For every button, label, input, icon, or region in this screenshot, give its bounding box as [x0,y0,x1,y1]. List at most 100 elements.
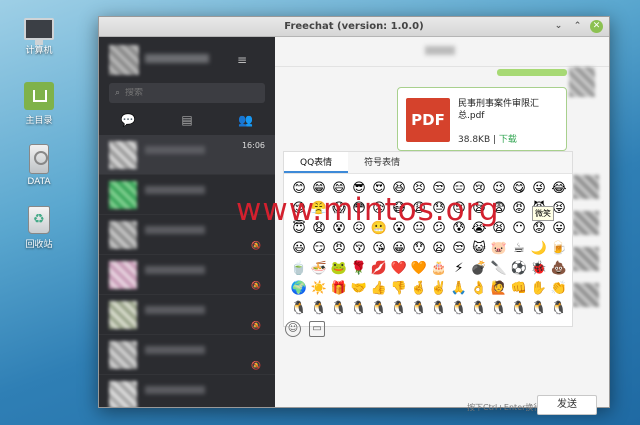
emoji-item[interactable]: 🙏 [450,280,468,298]
emoji-item[interactable]: 👊 [510,280,528,298]
emoji-item[interactable]: 😟 [530,220,548,238]
emoji-item[interactable]: 😶 [510,220,528,238]
emoji-item[interactable]: 😛 [550,220,568,238]
emoji-item[interactable]: 😎 [350,180,368,198]
chat-list-item[interactable] [99,375,275,407]
emoji-item[interactable]: 🍵 [290,260,308,278]
emoji-item[interactable]: 😤 [310,200,328,218]
emoji-item[interactable]: ❤️ [390,260,408,278]
emoji-item[interactable]: 🐧 [550,300,568,318]
emoji-item[interactable]: 😯 [410,240,428,258]
emoji-item[interactable]: 😋 [510,180,528,198]
emoji-item[interactable]: 😆 [390,180,408,198]
emoji-item[interactable]: 😊 [290,180,308,198]
emoji-item[interactable]: 😪 [470,200,488,218]
emoji-item[interactable]: 🌹 [350,260,368,278]
people-icon[interactable]: 👥 [236,112,256,128]
emoji-item[interactable]: 🐧 [330,300,348,318]
emoji-item[interactable]: 😂 [550,180,568,198]
emoji-item[interactable]: 😃 [290,240,308,258]
emoji-item[interactable]: 😠 [330,240,348,258]
chat-list-item[interactable]: 🔕 [99,295,275,335]
window-titlebar[interactable]: Freechat (version: 1.0.0) ⌄ ⌃ ✕ [99,17,609,37]
search-box[interactable]: ⌕ [109,83,265,103]
emoji-item[interactable]: 😫 [490,220,508,238]
emoji-item[interactable]: 🤝 [350,280,368,298]
chat-bubble-icon[interactable]: 💬 [118,112,138,128]
emoji-item[interactable]: 🐧 [450,300,468,318]
chat-list-item[interactable]: 16:06 [99,135,275,175]
emoji-item[interactable]: 😏 [310,240,328,258]
emoji-item[interactable]: 😭 [470,220,488,238]
emoji-item[interactable]: 😖 [350,220,368,238]
contacts-icon[interactable]: ▤ [177,112,197,128]
emoji-item[interactable]: 🐧 [370,300,388,318]
emoji-item[interactable]: 🐧 [310,300,328,318]
emoji-item[interactable]: ⚽ [510,260,528,278]
close-button[interactable]: ✕ [590,20,603,33]
emoji-item[interactable]: 😮 [390,220,408,238]
emoji-item[interactable]: 😀 [390,240,408,258]
tab-qq-emoji[interactable]: QQ表情 [284,152,349,173]
emoji-item[interactable]: 🐧 [290,300,308,318]
emoji-item[interactable]: 🐷 [490,240,508,258]
desktop-icon-data[interactable]: DATA [14,144,64,187]
avatar[interactable] [569,67,595,97]
emoji-item[interactable]: 😺 [470,240,488,258]
emoji-item[interactable]: 🤞 [410,280,428,298]
emoji-item[interactable]: 👍 [370,280,388,298]
emoji-item[interactable]: 😇 [290,220,308,238]
desktop-icon-trash[interactable]: 回收站 [14,206,64,250]
emoji-item[interactable]: 😧 [310,220,328,238]
emoji-item[interactable]: 💣 [470,260,488,278]
folder-icon[interactable]: ▭ [309,321,325,337]
emoji-item[interactable]: 😷 [390,200,408,218]
emoji-item[interactable]: 😣 [410,180,428,198]
emoji-item[interactable]: 😍 [370,180,388,198]
emoji-item[interactable]: 😜 [530,180,548,198]
emoji-item[interactable]: 🙋 [490,280,508,298]
emoji-item[interactable]: 😔 [450,200,468,218]
emoji-item[interactable]: 😱 [330,200,348,218]
file-message[interactable]: PDF 民事刑事案件审限汇总.pdf 38.8KB | 下载 [397,87,567,151]
chat-list-item[interactable] [99,175,275,215]
emoji-item[interactable]: 😒 [430,180,448,198]
minimize-button[interactable]: ⌄ [552,20,565,33]
emoji-item[interactable]: 👎 [390,280,408,298]
emoji-item[interactable]: 🍜 [310,260,328,278]
emoji-item[interactable]: 🐧 [530,300,548,318]
emoji-item[interactable]: ✋ [530,280,548,298]
chat-list-item[interactable]: 🔕 [99,255,275,295]
emoji-item[interactable]: 👏 [550,280,568,298]
emoji-item[interactable]: 😚 [350,240,368,258]
emoji-item[interactable]: 😐 [410,220,428,238]
emoji-item[interactable]: 🎁 [330,280,348,298]
emoji-item[interactable]: 😌 [290,200,308,218]
search-input[interactable] [125,88,246,98]
emoji-item[interactable]: 😑 [450,180,468,198]
emoji-item[interactable]: 😢 [470,180,488,198]
maximize-button[interactable]: ⌃ [571,20,584,33]
emoji-item[interactable]: 🔪 [490,260,508,278]
emoji-item[interactable]: 😥 [370,200,388,218]
emoji-item[interactable]: 🐧 [350,300,368,318]
emoji-item[interactable]: 😘 [370,240,388,258]
emoji-item[interactable]: 🐧 [490,300,508,318]
emoji-item[interactable]: 🐸 [330,260,348,278]
emoji-icon[interactable]: ☺ [285,321,301,337]
emoji-item[interactable]: 😨 [490,200,508,218]
emoji-item[interactable]: ☕ [510,240,528,258]
chat-list-item[interactable]: 🔕 [99,215,275,255]
emoji-item[interactable]: 🐧 [470,300,488,318]
emoji-item[interactable]: 😰 [450,220,468,238]
emoji-item[interactable]: 😒 [450,240,468,258]
emoji-item[interactable]: 😁 [310,180,328,198]
chat-list-item[interactable]: 🔕 [99,335,275,375]
desktop-icon-computer[interactable]: 计算机 [14,18,64,56]
emoji-item[interactable]: 🌍 [290,280,308,298]
emoji-item[interactable]: ☀️ [310,280,328,298]
emoji-item[interactable]: ✌️ [430,280,448,298]
download-link[interactable]: 下载 [499,135,517,145]
emoji-item[interactable]: 🐧 [430,300,448,318]
emoji-item[interactable]: 👌 [470,280,488,298]
